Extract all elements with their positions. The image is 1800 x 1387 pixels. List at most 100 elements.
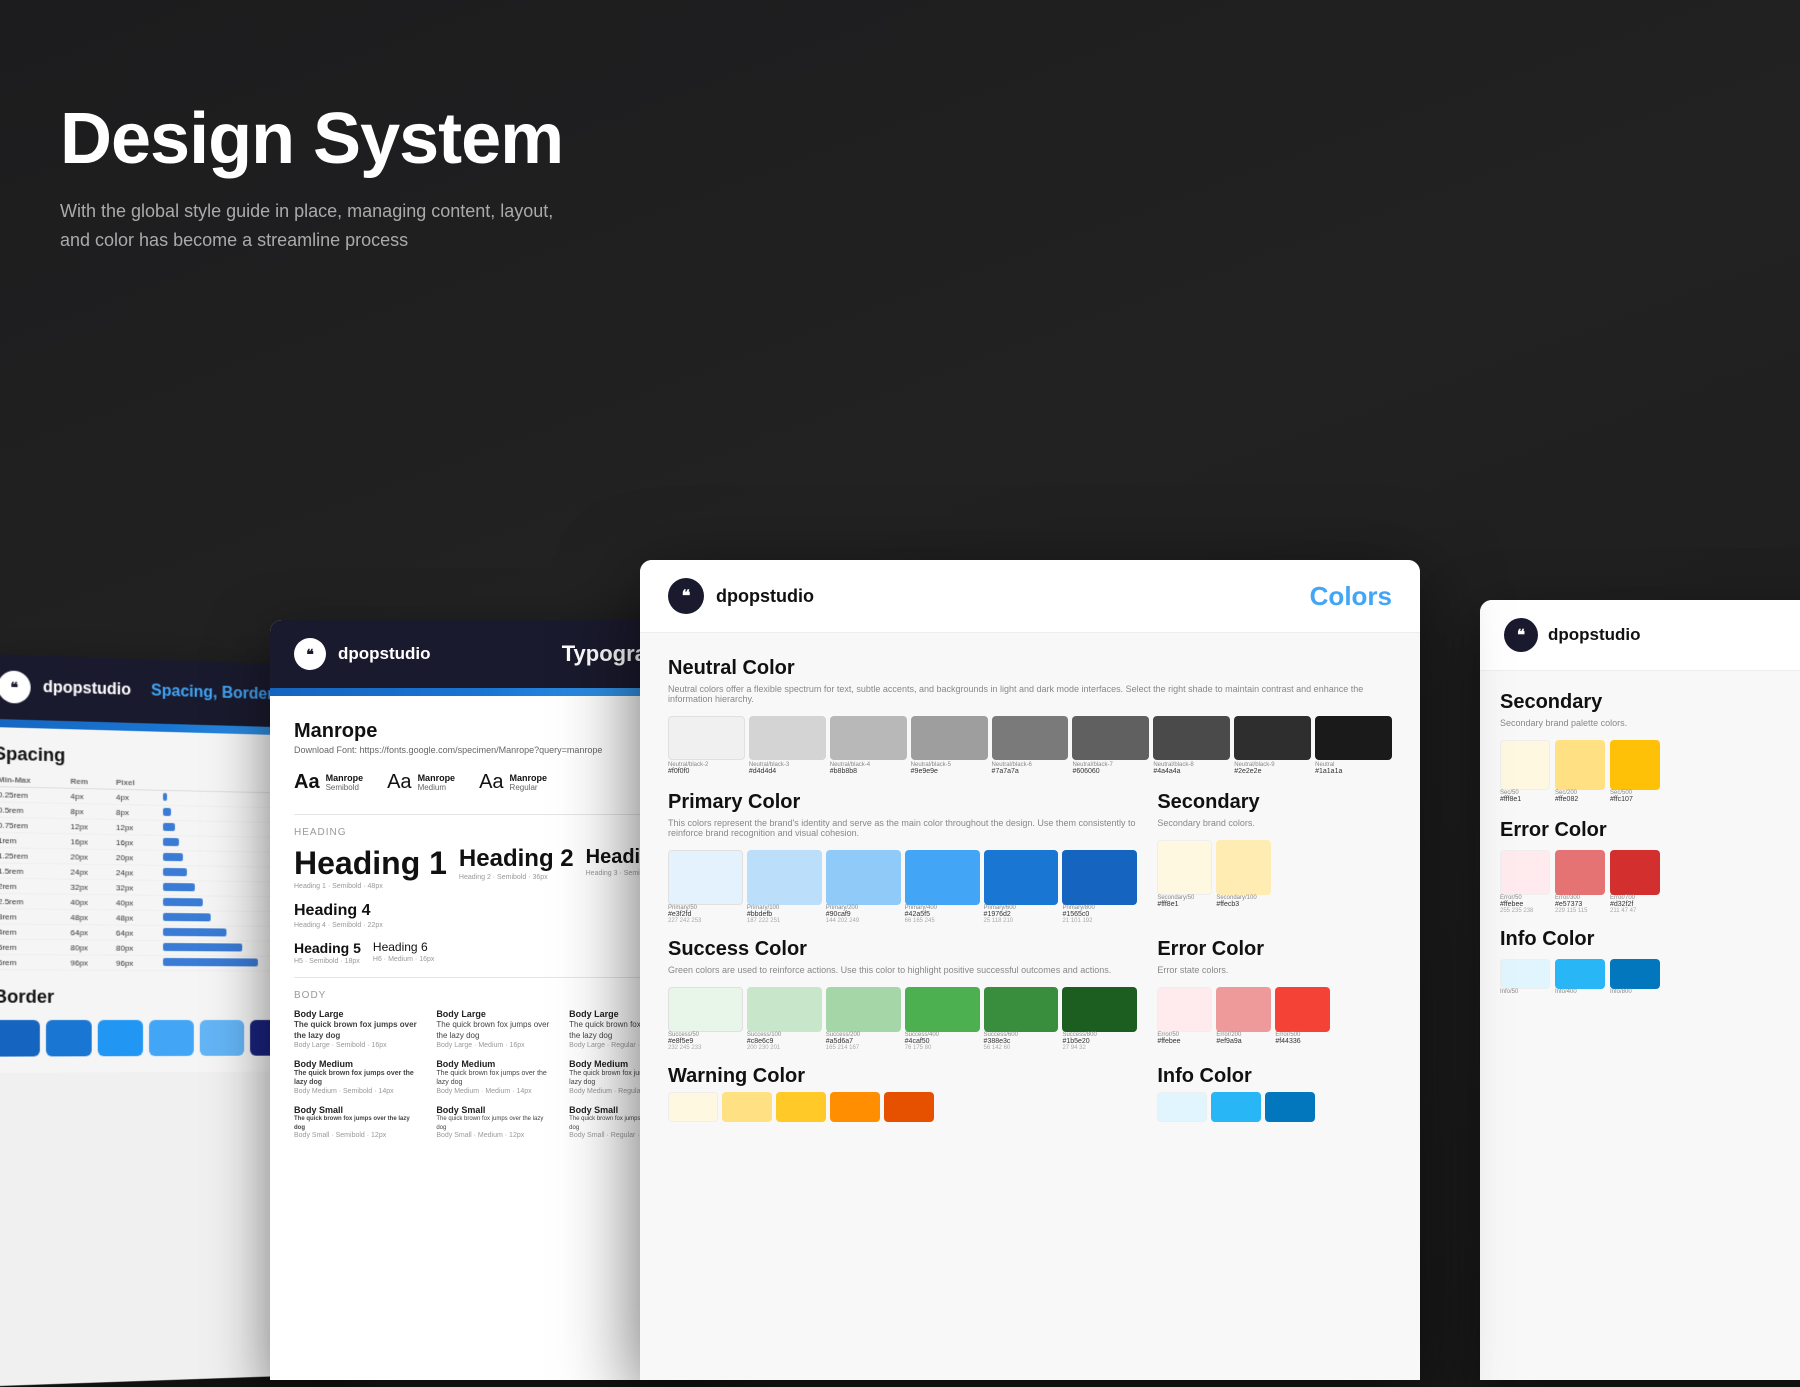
border-swatch-2 xyxy=(46,1020,92,1056)
success-swatch-50: Success/50 #e8f5e9 232 245 233 xyxy=(668,987,743,1051)
heading-2-text: Heading 2 xyxy=(459,846,574,872)
body-large-label-1: Body Large xyxy=(294,1009,420,1019)
neutral-swatch-7: Neutral/black-8 #4a4a4a xyxy=(1153,716,1230,775)
success-swatch-600: Success/600 #388e3c 56 142 60 xyxy=(984,987,1059,1051)
font-sample-medium: Aa Manrope Medium xyxy=(387,771,455,794)
divider-1 xyxy=(294,814,686,815)
warning-swatch-3 xyxy=(776,1092,826,1122)
neutral-swatch-3: Neutral/black-4 #b8b8b8 xyxy=(830,716,907,775)
font-sample-semibold: Aa Manrope Semibold xyxy=(294,771,363,794)
body-large-row: Body Large The quick brown fox jumps ove… xyxy=(294,1009,686,1048)
heading-2-item: Heading 2 Heading 2 · Semibold · 36px xyxy=(459,846,574,890)
primary-color-desc: This colors represent the brand's identi… xyxy=(668,818,1137,838)
info-color-title: Info Color xyxy=(1157,1065,1392,1088)
primary-swatch-400: Primary/400 #42a5f5 66 165 245 xyxy=(905,850,980,924)
font-name-medium: Manrope xyxy=(418,773,456,783)
heading-4-text: Heading 4 xyxy=(294,902,383,920)
body-small-meta-2: Body Small · Medium · 12px xyxy=(436,1132,553,1139)
neutral-swatch-5: Neutral/black-6 #7a7a7a xyxy=(992,716,1069,775)
cards-area: ❝ dpopstudio Spacing, Borders Spacing Mi… xyxy=(0,560,1800,1360)
info-swatch-a: Info/50 xyxy=(1500,959,1550,995)
heading-6-item: Heading 6 H6 · Medium · 16px xyxy=(373,941,434,965)
info-right-swatches: Info/50 Info/400 Info/800 xyxy=(1500,959,1800,995)
secondary-color-desc: Secondary brand colors. xyxy=(1157,818,1392,828)
neutral-swatch-8: Neutral/black-9 #2e2e2e xyxy=(1234,716,1311,775)
sec-swatch-1: Sec/50 #fff8e1 xyxy=(1500,740,1550,803)
warning-swatch-1 xyxy=(668,1092,718,1122)
warning-info-row: Warning Color Info Color xyxy=(668,1065,1392,1122)
secondary-swatch-1: Secondary/50 #fff8e1 xyxy=(1157,840,1212,908)
font-info-semibold: Manrope Semibold xyxy=(326,773,364,792)
sec-swatch-2: Sec/200 #ffe082 xyxy=(1555,740,1605,803)
error-color-title: Error Color xyxy=(1157,938,1392,961)
secondary-studio-name: dpopstudio xyxy=(1548,625,1641,645)
font-weight-semibold: Semibold xyxy=(326,783,364,792)
error-swatch-3: Error/500 #f44336 xyxy=(1275,987,1330,1045)
page-subtitle: With the global style guide in place, ma… xyxy=(60,197,580,255)
heading-4-item: Heading 4 Heading 4 · Semibold · 22px xyxy=(294,902,383,929)
colors-page-title: Colors xyxy=(1310,581,1392,612)
spacing-card-title: dpopstudio xyxy=(43,679,131,700)
body-large-meta-1: Body Large · Semibold · 16px xyxy=(294,1042,420,1049)
error-col: Error Color Error state colors. Error/50… xyxy=(1157,938,1392,1051)
body-medium-meta-1: Body Medium · Semibold · 14px xyxy=(294,1088,420,1095)
body-large-text-2: The quick brown fox jumps over the lazy … xyxy=(436,1019,553,1041)
info-col: Info Color xyxy=(1157,1065,1392,1122)
error-swatch-2: Error/200 #ef9a9a xyxy=(1216,987,1271,1045)
heading-section-label: Heading xyxy=(294,827,686,838)
colors-header-left: ❝ dpopstudio xyxy=(668,578,814,614)
heading-1-meta: Heading 1 · Semibold · 48px xyxy=(294,883,447,890)
border-swatch-3 xyxy=(98,1020,143,1056)
border-swatch-4 xyxy=(149,1020,194,1056)
secondary-card: ❝ dpopstudio Secondary Secondary brand p… xyxy=(1480,600,1800,1380)
secondary-col: Secondary Secondary brand colors. Second… xyxy=(1157,791,1392,924)
warning-swatches xyxy=(668,1092,1137,1122)
err-swatch-3: Error/700 #d32f2f 211 47 47 xyxy=(1610,850,1660,914)
secondary-swatch-2: Secondary/100 #ffecb3 xyxy=(1216,840,1271,908)
heading-5-text: Heading 5 xyxy=(294,941,361,956)
success-color-desc: Green colors are used to reinforce actio… xyxy=(668,965,1137,975)
info-section-title: Info Color xyxy=(1500,928,1800,951)
success-swatch-200: Success/200 #a5d6a7 165 214 167 xyxy=(826,987,901,1051)
body-medium-medium: Body Medium The quick brown fox jumps ov… xyxy=(436,1059,553,1096)
body-medium-label-1: Body Medium xyxy=(294,1059,420,1069)
font-aa-semibold: Aa xyxy=(294,771,320,794)
info-swatch-2 xyxy=(1211,1092,1261,1122)
body-large-medium: Body Large The quick brown fox jumps ove… xyxy=(436,1009,553,1048)
colors-card-header: ❝ dpopstudio Colors xyxy=(640,560,1420,633)
colors-logo: ❝ xyxy=(668,578,704,614)
body-small-meta-1: Body Small · Semibold · 12px xyxy=(294,1132,420,1139)
body-small-text-2: The quick brown fox jumps over the lazy … xyxy=(436,1115,553,1132)
spacing-card-subtitle: Spacing, Borders xyxy=(151,682,282,704)
typography-studio-name: dpopstudio xyxy=(338,644,431,664)
success-swatch-100: Success/100 #c8e6c9 200 230 201 xyxy=(747,987,822,1051)
error-section-title: Error Color xyxy=(1500,819,1800,842)
body-section-label: Body xyxy=(294,990,686,1001)
body-large-label-2: Body Large xyxy=(436,1009,553,1019)
hero-text-block: Design System With the global style guid… xyxy=(60,100,580,255)
primary-col: Primary Color This colors represent the … xyxy=(668,791,1137,924)
info-swatches xyxy=(1157,1092,1392,1122)
body-medium-text-1: The quick brown fox jumps over the lazy … xyxy=(294,1069,420,1089)
font-info-regular: Manrope Regular xyxy=(510,773,548,792)
primary-swatches: Primary/50 #e3f2fd 227 242 253 Primary/1… xyxy=(668,850,1137,924)
col-header-rem: Rem xyxy=(66,775,112,790)
success-color-title: Success Color xyxy=(668,938,1137,961)
sec-swatch-3: Sec/500 #ffc107 xyxy=(1610,740,1660,803)
colors-card: ❝ dpopstudio Colors Neutral Color Neutra… xyxy=(640,560,1420,1380)
info-swatch-1 xyxy=(1157,1092,1207,1122)
body-medium-row: Body Medium The quick brown fox jumps ov… xyxy=(294,1059,686,1096)
font-aa-medium: Aa xyxy=(387,771,411,794)
neutral-swatch-2: Neutral/black-3 #d4d4d4 xyxy=(749,716,826,775)
secondary-section-title: Secondary xyxy=(1500,691,1800,714)
font-sample-regular: Aa Manrope Regular xyxy=(479,771,547,794)
neutral-color-desc: Neutral colors offer a flexible spectrum… xyxy=(668,684,1392,704)
font-samples: Aa Manrope Semibold Aa Manrope Medium Aa xyxy=(294,771,686,794)
err-swatch-1: Error/50 #ffebee 255 235 238 xyxy=(1500,850,1550,914)
col-header-minmax: Min-Max xyxy=(0,773,66,788)
spacing-card-logo: ❝ xyxy=(0,670,31,704)
info-swatch-b: Info/400 xyxy=(1555,959,1605,995)
success-error-row: Success Color Green colors are used to r… xyxy=(668,938,1392,1051)
neutral-swatch-1: Neutral/black-2 #f0f0f0 xyxy=(668,716,745,775)
warning-swatch-4 xyxy=(830,1092,880,1122)
